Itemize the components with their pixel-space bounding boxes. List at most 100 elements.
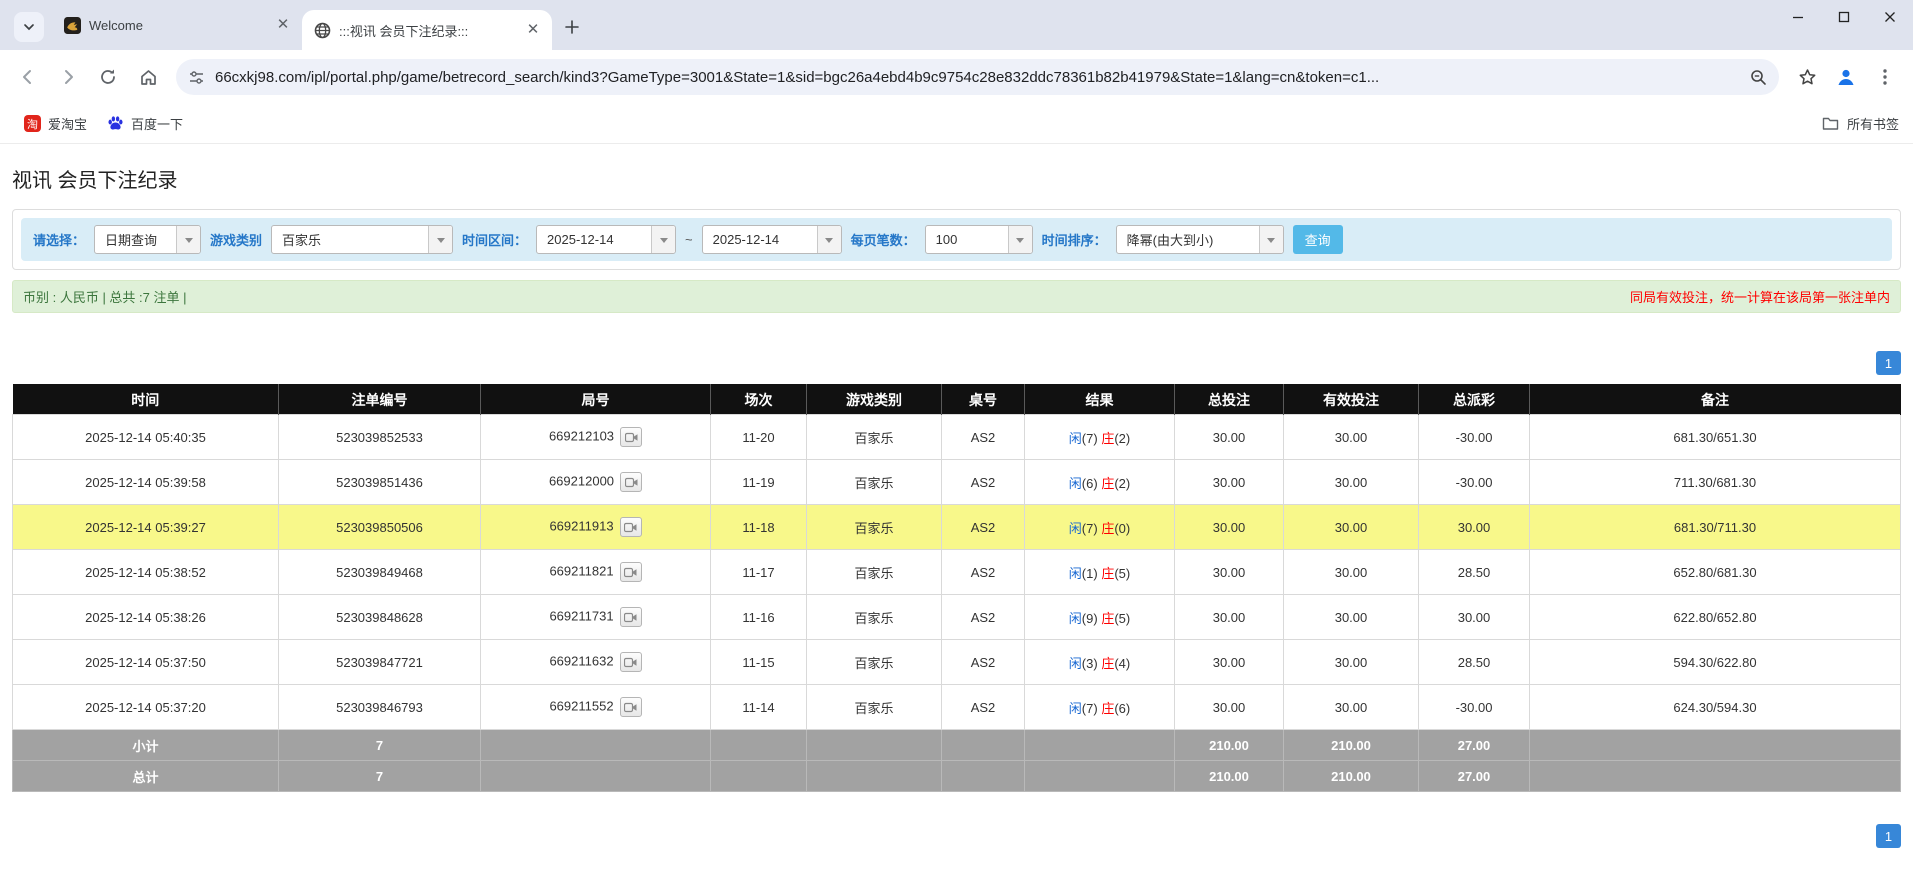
col-valid-bet: 有效投注 — [1283, 384, 1419, 415]
chevron-down-icon[interactable] — [1258, 226, 1283, 253]
page-number-button[interactable]: 1 — [1876, 824, 1901, 848]
table-row[interactable]: 2025-12-14 05:39:27 523039850506 6692119… — [12, 504, 1901, 550]
cell-game: 百家乐 — [806, 639, 942, 685]
maximize-button[interactable] — [1821, 0, 1867, 34]
cell-payout: 30.00 — [1418, 594, 1530, 640]
browser-menu-icon[interactable] — [1867, 59, 1903, 95]
chevron-down-icon[interactable] — [651, 226, 676, 253]
replay-video-icon[interactable] — [620, 427, 643, 447]
cell-bet-id: 523039846793 — [278, 684, 481, 730]
bookmark-taobao[interactable]: 淘 爱淘宝 — [14, 109, 97, 138]
col-result: 结果 — [1024, 384, 1175, 415]
cell-table: AS2 — [941, 459, 1025, 505]
bookmark-star-icon[interactable] — [1789, 59, 1825, 95]
tab-search-chevron-button[interactable] — [14, 12, 44, 42]
cell-total-bet[interactable]: 30.00 — [1174, 549, 1284, 595]
subtotal-label: 小计 — [12, 729, 279, 761]
replay-video-icon[interactable] — [620, 472, 643, 492]
cell-game: 百家乐 — [806, 594, 942, 640]
url-text[interactable]: 66cxkj98.com/ipl/portal.php/game/betreco… — [215, 69, 1740, 86]
home-button[interactable] — [130, 59, 166, 95]
cell-bet-id: 523039849468 — [278, 549, 481, 595]
table-row[interactable]: 2025-12-14 05:37:50 523039847721 6692116… — [12, 639, 1901, 685]
replay-video-icon[interactable] — [619, 652, 642, 672]
profile-avatar[interactable] — [1829, 60, 1863, 94]
bookmark-baidu[interactable]: 百度一下 — [97, 109, 193, 138]
cell-total-bet[interactable]: 30.00 — [1174, 414, 1284, 460]
address-bar[interactable]: 66cxkj98.com/ipl/portal.php/game/betreco… — [176, 59, 1779, 95]
round-number: 669211913 — [549, 518, 614, 534]
site-settings-icon[interactable] — [188, 69, 205, 86]
page-title: 视讯 会员下注纪录 — [12, 170, 178, 192]
page-size-input[interactable]: 100 — [924, 225, 1033, 254]
col-payout: 总派彩 — [1418, 384, 1530, 415]
chevron-down-icon[interactable] — [428, 226, 453, 253]
zoom-icon[interactable] — [1750, 69, 1767, 86]
date-from-select[interactable]: 2025-12-14 — [536, 225, 677, 254]
query-type-select[interactable]: 日期查询 — [94, 225, 202, 254]
tab-welcome[interactable]: Welcome ✕ — [52, 6, 302, 44]
tab-betrecord[interactable]: :::视讯 会员下注纪录::: ✕ — [302, 10, 552, 50]
cell-time: 2025-12-14 05:37:50 — [12, 639, 279, 685]
cell-round: 669212000 — [480, 459, 711, 505]
replay-video-icon[interactable] — [619, 607, 642, 627]
table-row[interactable]: 2025-12-14 05:37:20 523039846793 6692115… — [12, 684, 1901, 730]
cell-game: 百家乐 — [806, 549, 942, 595]
tab-close-icon[interactable]: ✕ — [524, 21, 542, 39]
total-valid-bet: 210.00 — [1283, 760, 1419, 792]
bookmarks-bar: 淘 爱淘宝 百度一下 所有书签 — [0, 104, 1913, 144]
cell-total-bet[interactable]: 30.00 — [1174, 594, 1284, 640]
round-number: 669211821 — [549, 563, 614, 579]
minimize-button[interactable] — [1775, 0, 1821, 34]
cell-game: 百家乐 — [806, 684, 942, 730]
page-number-button[interactable]: 1 — [1876, 351, 1901, 375]
chevron-down-icon[interactable] — [176, 226, 201, 253]
bookmark-label: 百度一下 — [131, 117, 184, 132]
col-table: 桌号 — [941, 384, 1025, 415]
cell-session: 11-19 — [710, 459, 807, 505]
table-row[interactable]: 2025-12-14 05:40:35 523039852533 6692121… — [12, 414, 1901, 460]
cell-total-bet[interactable]: 30.00 — [1174, 459, 1284, 505]
select-type-label: 请选择： — [33, 233, 86, 248]
col-bet-id: 注单编号 — [278, 384, 481, 415]
table-row[interactable]: 2025-12-14 05:38:26 523039848628 6692117… — [12, 594, 1901, 640]
cell-valid-bet: 30.00 — [1283, 684, 1419, 730]
cell-round: 669211821 — [480, 549, 711, 595]
cell-total-bet[interactable]: 30.00 — [1174, 639, 1284, 685]
welcome-favicon-icon — [64, 16, 81, 34]
cell-total-bet[interactable]: 30.00 — [1174, 684, 1284, 730]
sort-select[interactable]: 降幂(由大到小) — [1115, 225, 1284, 254]
chevron-down-icon[interactable] — [1007, 226, 1032, 253]
col-total-bet: 总投注 — [1174, 384, 1284, 415]
cell-bet-id: 523039852533 — [278, 414, 481, 460]
summary-bar: 币别 : 人民币 | 总共 :7 注单 | 同局有效投注，统一计算在该局第一张注… — [12, 280, 1901, 313]
chevron-down-icon[interactable] — [816, 226, 841, 253]
search-button[interactable]: 查询 — [1292, 225, 1343, 254]
tab-title: :::视讯 会员下注纪录::: — [339, 23, 469, 39]
forward-button[interactable] — [50, 59, 86, 95]
date-to-select[interactable]: 2025-12-14 — [701, 225, 842, 254]
reload-button[interactable] — [90, 59, 126, 95]
replay-video-icon[interactable] — [619, 697, 642, 717]
browser-toolbar: 66cxkj98.com/ipl/portal.php/game/betreco… — [0, 50, 1913, 104]
new-tab-button[interactable] — [558, 13, 586, 41]
game-type-select[interactable]: 百家乐 — [271, 225, 454, 254]
round-number: 669211552 — [549, 698, 614, 714]
close-window-button[interactable] — [1867, 0, 1913, 34]
replay-video-icon[interactable] — [619, 517, 642, 537]
table-row[interactable]: 2025-12-14 05:39:58 523039851436 6692120… — [12, 459, 1901, 505]
cell-round: 669211913 — [480, 504, 711, 550]
game-type-label: 游戏类别 — [210, 233, 263, 248]
back-button[interactable] — [10, 59, 46, 95]
cell-total-bet[interactable]: 30.00 — [1174, 504, 1284, 550]
replay-video-icon[interactable] — [619, 562, 642, 582]
all-bookmarks-button[interactable]: 所有书签 — [1822, 114, 1899, 133]
table-row[interactable]: 2025-12-14 05:38:52 523039849468 6692118… — [12, 549, 1901, 595]
cell-table: AS2 — [941, 414, 1025, 460]
cell-round: 669211731 — [480, 594, 711, 640]
cell-payout: 28.50 — [1418, 639, 1530, 685]
tab-close-icon[interactable]: ✕ — [274, 16, 292, 34]
cell-session: 11-16 — [710, 594, 807, 640]
cell-bet-id: 523039851436 — [278, 459, 481, 505]
cell-valid-bet: 30.00 — [1283, 414, 1419, 460]
